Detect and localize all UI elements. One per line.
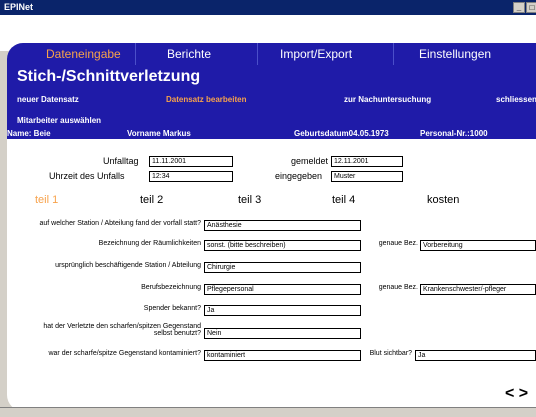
close-link[interactable]: schliessen bbox=[496, 95, 536, 104]
nav-berichte[interactable]: Berichte bbox=[167, 47, 211, 61]
header-band: Stich-/Schnittverletzung neuer Datensatz… bbox=[7, 65, 536, 137]
nav-import-export[interactable]: Import/Export bbox=[280, 47, 352, 61]
tab-teil-4[interactable]: teil 4 bbox=[332, 194, 355, 206]
prev-page-button[interactable]: < bbox=[505, 385, 514, 402]
nav-separator bbox=[393, 43, 394, 65]
tab-teil-3[interactable]: teil 3 bbox=[238, 194, 261, 206]
eingegeben-label: eingegeben bbox=[275, 171, 323, 181]
uhrzeit-field[interactable]: 12:34 bbox=[149, 171, 233, 182]
main-nav: Dateneingabe Berichte Import/Export Eins… bbox=[7, 43, 536, 65]
tab-teil-1[interactable]: teil 1 bbox=[35, 194, 58, 206]
person-vorname: Vorname Markus bbox=[127, 129, 191, 138]
spender-field[interactable]: Ja bbox=[204, 305, 361, 316]
urspr-label: ursprünglich beschäftigende Station / Ab… bbox=[55, 262, 201, 269]
beruf-bez-label: genaue Bez. bbox=[378, 284, 418, 291]
person-number: Personal-Nr.:1000 bbox=[420, 129, 488, 138]
followup-link[interactable]: zur Nachuntersuchung bbox=[344, 95, 431, 104]
raum-bez-label: genaue Bez. bbox=[378, 240, 418, 247]
station-label: auf welcher Station / Abteilung fand der… bbox=[39, 220, 202, 227]
window-titlebar: EPINet _ □ bbox=[0, 0, 536, 15]
raum-field[interactable]: sonst. (bitte beschreiben) bbox=[204, 240, 361, 251]
raum-label: Bezeichnung der Räumlichkeiten bbox=[98, 240, 201, 247]
urspr-field[interactable]: Chirurgie bbox=[204, 262, 361, 273]
beruf-bez-field[interactable]: Krankenschwester/-pfleger bbox=[420, 284, 536, 295]
unfalltag-field[interactable]: 11.11.2001 bbox=[149, 156, 233, 167]
pager: < > bbox=[505, 385, 528, 403]
tab-kosten[interactable]: kosten bbox=[427, 194, 459, 206]
horizontal-scrollbar[interactable] bbox=[0, 407, 536, 417]
tab-teil-2[interactable]: teil 2 bbox=[140, 194, 163, 206]
beruf-field[interactable]: Pflegepersonal bbox=[204, 284, 361, 295]
station-field[interactable]: Anästhesie bbox=[204, 220, 361, 231]
nav-separator bbox=[135, 43, 136, 65]
nav-dateneingabe[interactable]: Dateneingabe bbox=[46, 47, 121, 61]
app-panel: Dateneingabe Berichte Import/Export Eins… bbox=[7, 43, 536, 411]
edit-record-link[interactable]: Datensatz bearbeiten bbox=[166, 95, 246, 104]
benutzt-label-1: hat der Verletzte den scharfen/spitzen G… bbox=[43, 323, 201, 330]
kontam-label: war der scharfe/spitze Gegenstand kontam… bbox=[48, 350, 201, 357]
blut-field[interactable]: Ja bbox=[415, 350, 536, 361]
beruf-label: Berufsbezeichnung bbox=[141, 284, 201, 291]
new-record-link[interactable]: neuer Datensatz bbox=[17, 95, 79, 104]
unfalltag-label: Unfalltag bbox=[103, 156, 139, 166]
minimize-button[interactable]: _ bbox=[513, 2, 525, 13]
next-page-button[interactable]: > bbox=[519, 385, 528, 402]
kontam-field[interactable]: kontaminiert bbox=[204, 350, 361, 361]
person-name: Name: Beie bbox=[7, 129, 51, 138]
benutzt-field[interactable]: Nein bbox=[204, 328, 361, 339]
page-title: Stich-/Schnittverletzung bbox=[17, 68, 201, 85]
gemeldet-label: gemeldet bbox=[291, 156, 329, 166]
raum-bez-field[interactable]: Vorbereitung bbox=[420, 240, 536, 251]
window-title: EPINet bbox=[4, 2, 34, 12]
person-birthdate: Geburtsdatum04.05.1973 bbox=[294, 129, 389, 138]
nav-einstellungen[interactable]: Einstellungen bbox=[419, 47, 491, 61]
select-employee-link[interactable]: Mitarbeiter auswählen bbox=[17, 116, 101, 125]
gemeldet-field[interactable]: 12.11.2001 bbox=[331, 156, 403, 167]
maximize-button[interactable]: □ bbox=[526, 2, 536, 13]
benutzt-label-2: selbst benutzt? bbox=[153, 330, 201, 337]
spender-label: Spender bekannt? bbox=[143, 305, 201, 312]
uhrzeit-label: Uhrzeit des Unfalls bbox=[49, 171, 125, 181]
blut-label: Blut sichtbar? bbox=[369, 350, 412, 357]
eingegeben-field[interactable]: Muster bbox=[331, 171, 403, 182]
nav-separator bbox=[257, 43, 258, 65]
